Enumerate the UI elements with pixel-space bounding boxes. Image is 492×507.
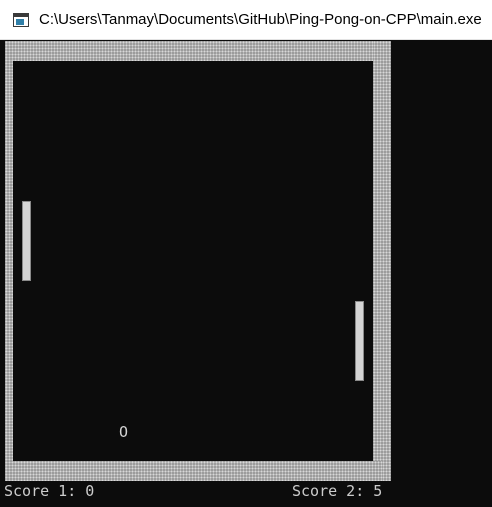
title-bar[interactable]: C:\Users\Tanmay\Documents\GitHub\Ping-Po…: [0, 0, 492, 40]
window-title: C:\Users\Tanmay\Documents\GitHub\Ping-Po…: [39, 11, 482, 28]
player-2-score: Score 2: 5: [292, 482, 383, 500]
right-paddle: [355, 301, 364, 381]
console-area[interactable]: O Score 1: 0 Score 2: 5: [0, 41, 492, 507]
left-paddle: [22, 201, 31, 281]
player-1-score: Score 1: 0: [4, 482, 95, 500]
ball: O: [119, 423, 129, 441]
top-wall: [5, 41, 383, 61]
left-wall: [5, 41, 13, 481]
right-wall: [373, 41, 391, 481]
play-field: [13, 61, 373, 461]
bottom-wall: [5, 461, 383, 481]
console-window-icon[interactable]: [13, 13, 29, 27]
